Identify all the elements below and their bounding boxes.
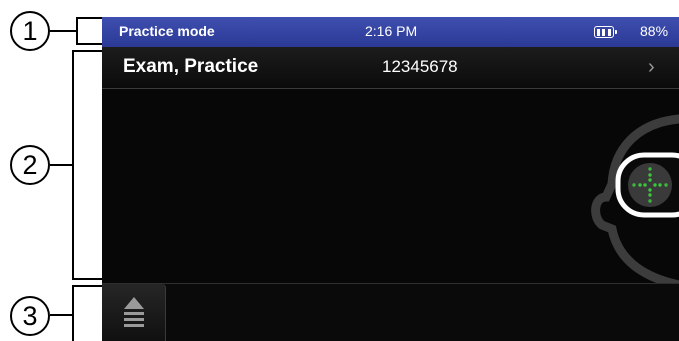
callout-1-bracket — [76, 17, 78, 44]
callout-1-leader — [50, 30, 76, 32]
device-screen: Practice mode 2:16 PM 88% Exam, Practice… — [102, 17, 679, 341]
battery-cell — [602, 28, 606, 36]
battery-cell — [597, 28, 601, 36]
callout-3-label: 3 — [22, 300, 38, 331]
callout-2-bracket — [72, 50, 74, 280]
bottom-toolbar — [102, 283, 679, 341]
callout-1-bracket-bottom — [76, 43, 104, 45]
battery-icon — [594, 26, 617, 38]
battery-percent: 88% — [640, 23, 669, 39]
callout-3-bracket-top — [72, 285, 104, 287]
callout-2-leader — [50, 164, 72, 166]
clock-time: 2:16 PM — [365, 23, 418, 39]
status-bar: Practice mode 2:16 PM 88% — [102, 17, 679, 47]
callout-2: 2 — [10, 145, 50, 185]
mode-title: Practice mode — [119, 23, 215, 39]
callout-1: 1 — [10, 11, 50, 51]
callout-2-bracket-top — [72, 50, 104, 52]
chevron-right-icon[interactable]: › — [648, 56, 655, 79]
face-goggles-icon — [591, 114, 679, 290]
callout-1-bracket-top — [76, 17, 104, 19]
eject-button[interactable] — [102, 284, 166, 341]
callout-2-label: 2 — [22, 149, 38, 180]
callout-3-bracket — [72, 285, 74, 341]
callout-3: 3 — [10, 296, 50, 336]
callout-3-leader — [50, 314, 72, 316]
callout-1-label: 1 — [22, 15, 38, 46]
callout-2-bracket-bottom — [72, 278, 104, 280]
battery-cell — [607, 28, 611, 36]
patient-id: 12345678 — [382, 57, 458, 76]
eject-icon — [124, 297, 144, 327]
patient-name: Exam, Practice — [123, 56, 259, 77]
patient-row[interactable]: Exam, Practice 12345678 › — [102, 47, 679, 89]
